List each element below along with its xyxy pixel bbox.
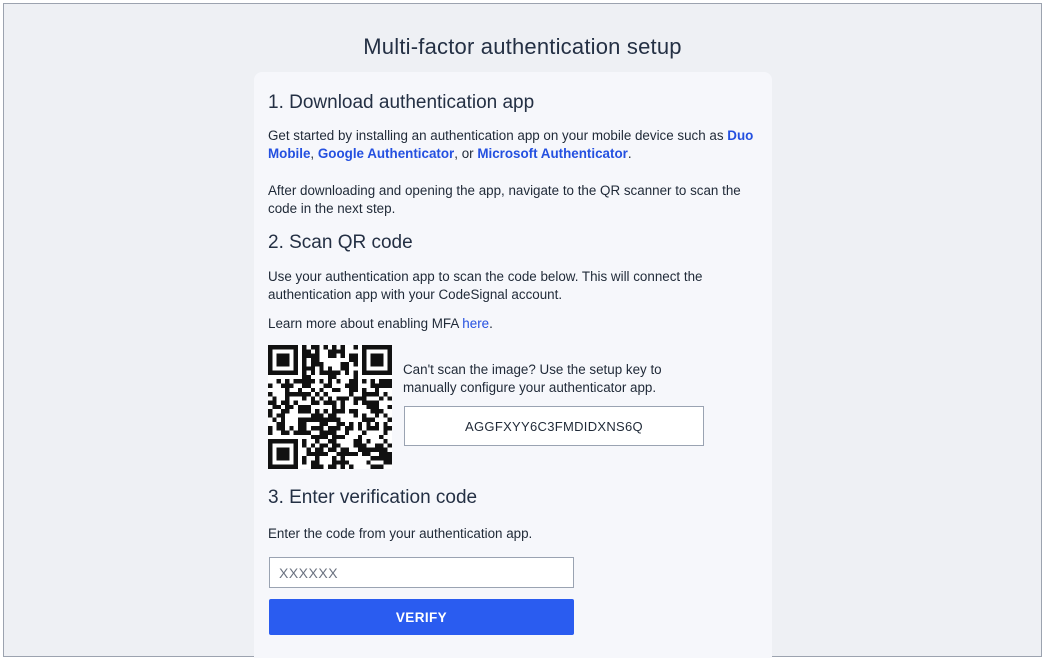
step1-after-text: After downloading and opening the app, n… xyxy=(268,183,741,216)
separator: , or xyxy=(454,146,478,161)
period: . xyxy=(627,146,632,161)
step3-heading: 3. Enter verification code xyxy=(268,487,478,508)
cant-scan-text: Can't scan the image? Use the setup key … xyxy=(403,362,662,395)
qr-code-icon xyxy=(268,345,392,469)
mfa-setup-card: 1. Download authentication app Get start… xyxy=(254,72,772,658)
page-title: Multi-factor authentication setup xyxy=(363,34,682,59)
learn-more-label: Learn more about enabling MFA xyxy=(268,316,463,331)
step3-instructions: Enter the code from your authentication … xyxy=(268,526,533,541)
app-window: Multi-factor authentication setup 1. Dow… xyxy=(3,3,1042,658)
verification-code-input[interactable] xyxy=(269,557,574,588)
step2-instructions: Use your authentication app to scan the … xyxy=(268,269,703,302)
step1-heading: 1. Download authentication app xyxy=(268,92,535,113)
learn-more-text: Learn more about enabling MFA here. xyxy=(268,315,763,333)
period: . xyxy=(489,316,493,331)
learn-more-here-link[interactable]: here xyxy=(462,316,489,331)
step2-heading: 2. Scan QR code xyxy=(268,232,413,253)
setup-key-field[interactable]: AGGFXYY6C3FMDIDXNS6Q xyxy=(404,406,704,446)
verify-button[interactable]: VERIFY xyxy=(269,599,574,635)
step1-intro-text: Get started by installing an authenticat… xyxy=(268,128,728,143)
microsoft-authenticator-link[interactable]: Microsoft Authenticator xyxy=(477,146,628,161)
step1-intro: Get started by installing an authenticat… xyxy=(268,127,763,163)
separator: , xyxy=(310,146,318,161)
google-authenticator-link[interactable]: Google Authenticator xyxy=(318,146,454,161)
